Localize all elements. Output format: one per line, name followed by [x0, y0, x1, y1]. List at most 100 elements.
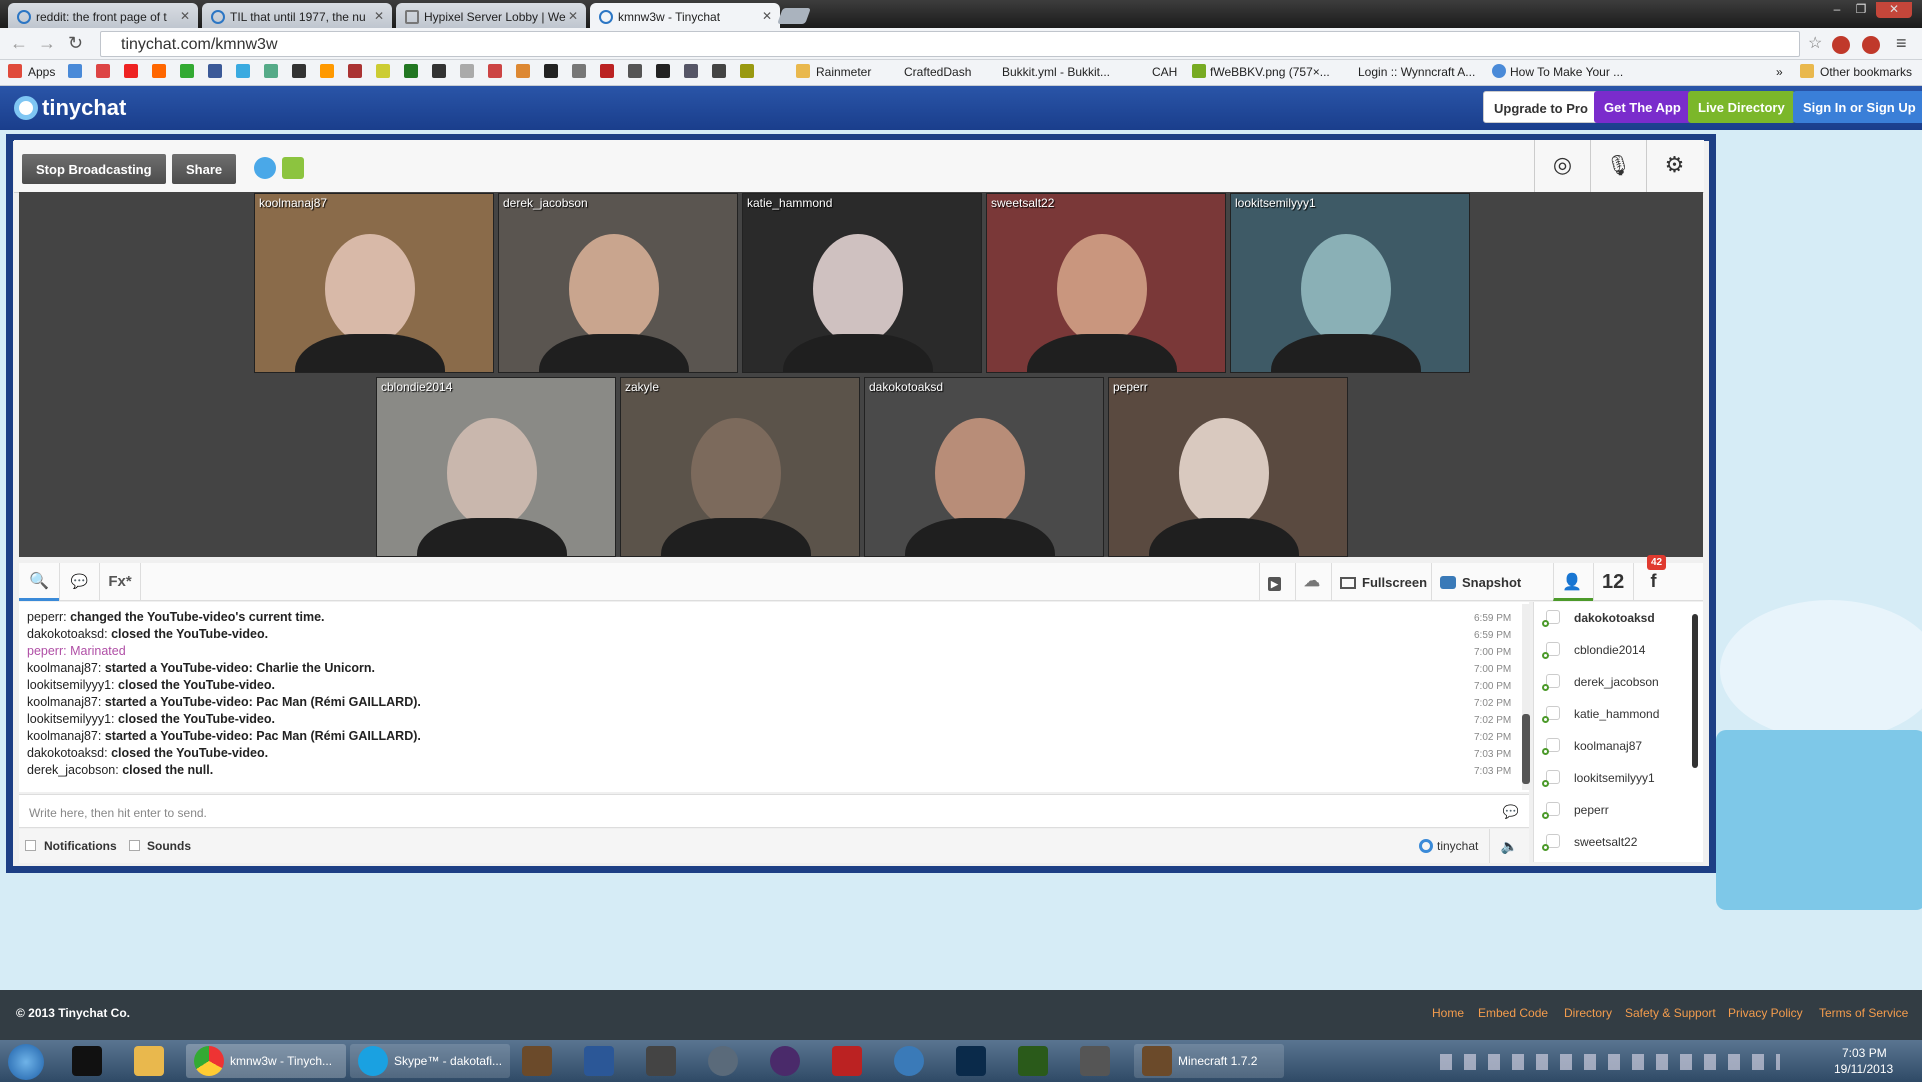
menu-icon[interactable]: ≡: [1896, 33, 1907, 54]
app-icon[interactable]: [1080, 1046, 1110, 1076]
bookmark-icon[interactable]: [740, 64, 754, 78]
bookmark-icon[interactable]: [460, 64, 474, 78]
explorer-icon[interactable]: [134, 1046, 164, 1076]
bookmark-icon[interactable]: [516, 64, 530, 78]
bookmark-icon[interactable]: [600, 64, 614, 78]
chat-bubble-icon[interactable]: 💬: [59, 563, 99, 601]
chat-username[interactable]: peperr:: [27, 644, 67, 658]
cam-feed[interactable]: katie_hammond: [742, 193, 982, 373]
share-button[interactable]: Share: [172, 154, 237, 184]
gear-icon[interactable]: ⚙: [1646, 140, 1702, 193]
bookmark-other[interactable]: Other bookmarks: [1820, 65, 1912, 79]
bookmark-icon[interactable]: [656, 64, 670, 78]
user-list-item[interactable]: cblondie2014: [1574, 643, 1645, 657]
tab-til[interactable]: TIL that until 1977, the nu ✕: [202, 3, 392, 28]
bookmark-icon[interactable]: [292, 64, 306, 78]
footer-link-privacy[interactable]: Privacy Policy: [1728, 1006, 1803, 1020]
notifications-checkbox[interactable]: [25, 840, 36, 851]
chat-username[interactable]: koolmanaj87:: [27, 661, 101, 675]
footer-link-home[interactable]: Home: [1432, 1006, 1464, 1020]
new-tab-button[interactable]: [777, 8, 811, 24]
bookmark-icon[interactable]: [348, 64, 362, 78]
camera-settings-icon[interactable]: ◎: [1534, 140, 1590, 193]
filezilla-icon[interactable]: [832, 1046, 862, 1076]
user-list-item[interactable]: peperr: [1574, 803, 1609, 817]
bookmark-fwebbkv[interactable]: fWeBBKV.png (757×...: [1210, 65, 1330, 79]
fx-button[interactable]: Fx*: [99, 563, 141, 601]
bookmark-crafteddash[interactable]: CraftedDash: [904, 65, 971, 79]
maximize-button[interactable]: ❐: [1850, 2, 1872, 18]
chat-username[interactable]: lookitsemilyyy1:: [27, 712, 115, 726]
sign-in-button[interactable]: Sign In or Sign Up: [1793, 91, 1922, 123]
android-app-icon[interactable]: [282, 157, 304, 179]
bookmark-rainmeter[interactable]: Rainmeter: [816, 65, 871, 79]
reload-icon[interactable]: ↻: [68, 33, 83, 54]
bookmark-icon[interactable]: [712, 64, 726, 78]
cmd-icon[interactable]: [72, 1046, 102, 1076]
search-icon[interactable]: 🔍: [19, 563, 59, 601]
twitter-icon[interactable]: [236, 64, 250, 78]
microphone-icon[interactable]: 🎙: [1590, 140, 1646, 193]
get-app-button[interactable]: Get The App: [1594, 91, 1691, 123]
extension-icon[interactable]: [1832, 36, 1850, 54]
fullscreen-button[interactable]: Fullscreen: [1331, 563, 1431, 601]
user-list-item[interactable]: sweetsalt22: [1574, 835, 1637, 849]
user-list-item[interactable]: katie_hammond: [1574, 707, 1659, 721]
youtube-icon[interactable]: [124, 64, 138, 78]
bookmark-icon[interactable]: [684, 64, 698, 78]
close-tab-icon[interactable]: ✕: [568, 9, 578, 23]
minimize-button[interactable]: –: [1826, 2, 1848, 18]
close-tab-icon[interactable]: ✕: [762, 9, 772, 23]
ios-app-icon[interactable]: [254, 157, 276, 179]
close-tab-icon[interactable]: ✕: [180, 9, 190, 23]
photoshop-icon[interactable]: [956, 1046, 986, 1076]
thunderbird-icon[interactable]: [894, 1046, 924, 1076]
cam-feed[interactable]: peperr: [1108, 377, 1348, 557]
back-icon[interactable]: ←: [10, 33, 28, 54]
taskbar-chrome[interactable]: kmnw3w - Tinych...: [186, 1044, 346, 1078]
snapshot-button[interactable]: Snapshot: [1431, 563, 1553, 601]
gmail-icon[interactable]: [96, 64, 110, 78]
user-list-icon[interactable]: 👤: [1553, 563, 1593, 601]
chat-username[interactable]: peperr:: [27, 610, 67, 624]
user-list-item[interactable]: lookitsemilyyy1: [1574, 771, 1655, 785]
cam-feed[interactable]: sweetsalt22: [986, 193, 1226, 373]
extension-icon[interactable]: [1862, 36, 1880, 54]
cam-feed[interactable]: derek_jacobson: [498, 193, 738, 373]
user-list-scrollbar[interactable]: [1692, 614, 1698, 768]
send-icon[interactable]: 💬: [1503, 804, 1519, 820]
taskbar-skype[interactable]: Skype™ - dakotafi...: [350, 1044, 510, 1078]
stop-broadcasting-button[interactable]: Stop Broadcasting: [22, 154, 166, 184]
soundcloud-icon[interactable]: ☁: [1295, 563, 1331, 601]
bookmark-icon[interactable]: [264, 64, 278, 78]
user-list-item[interactable]: dakokotoaksd: [1574, 611, 1655, 625]
cam-feed[interactable]: dakokotoaksd: [864, 377, 1104, 557]
user-list-item[interactable]: koolmanaj87: [1574, 739, 1642, 753]
bookmark-apps[interactable]: Apps: [28, 65, 55, 79]
bookmark-icon[interactable]: [488, 64, 502, 78]
cam-feed[interactable]: zakyle: [620, 377, 860, 557]
bookmark-icon[interactable]: [404, 64, 418, 78]
url-input[interactable]: tinychat.com/kmnw3w: [100, 31, 1800, 57]
google-icon[interactable]: [68, 64, 82, 78]
eclipse-icon[interactable]: [770, 1046, 800, 1076]
speaker-icon[interactable]: 🔈: [1489, 829, 1529, 863]
cam-feed[interactable]: koolmanaj87: [254, 193, 494, 373]
footer-link-safety[interactable]: Safety & Support: [1625, 1006, 1716, 1020]
close-window-button[interactable]: ✕: [1876, 2, 1912, 18]
reddit-icon[interactable]: [152, 64, 166, 78]
tab-hypixel[interactable]: Hypixel Server Lobby | We ✕: [396, 3, 586, 28]
bookmark-icon[interactable]: [320, 64, 334, 78]
taskbar-minecraft[interactable]: Minecraft 1.7.2: [1134, 1044, 1284, 1078]
bookmark-bukkit[interactable]: Bukkit.yml - Bukkit...: [1002, 65, 1110, 79]
footer-link-directory[interactable]: Directory: [1564, 1006, 1612, 1020]
app-icon[interactable]: [646, 1046, 676, 1076]
word-icon[interactable]: [584, 1046, 614, 1076]
star-icon[interactable]: ☆: [1808, 33, 1822, 53]
footer-link-terms[interactable]: Terms of Service: [1819, 1006, 1908, 1020]
chat-username[interactable]: dakokotoaksd:: [27, 746, 108, 760]
facebook-icon[interactable]: [208, 64, 222, 78]
tinychat-logo[interactable]: tinychat: [14, 95, 126, 121]
bookmarks-overflow[interactable]: »: [1776, 65, 1783, 79]
bookmark-wynncraft[interactable]: Login :: Wynncraft A...: [1358, 65, 1475, 79]
